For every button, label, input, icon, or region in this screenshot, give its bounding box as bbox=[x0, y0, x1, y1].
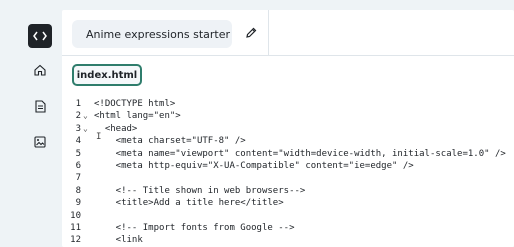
home-button[interactable] bbox=[28, 58, 52, 82]
code-line: 11 <!-- Import fonts from Google --> bbox=[62, 222, 514, 234]
line-number: 6 bbox=[75, 161, 81, 171]
code-text: <meta charset="UTF-8" /> bbox=[94, 136, 246, 147]
line-number: 8 bbox=[75, 185, 81, 196]
document-icon bbox=[34, 99, 46, 113]
code-line: 6 <meta http-equiv="X-UA-Compatible" con… bbox=[62, 160, 514, 172]
code-text: <!-- Title shown in web browsers--> bbox=[94, 185, 306, 196]
rename-project-button[interactable] bbox=[242, 24, 260, 42]
line-number: 11 bbox=[70, 223, 81, 233]
code-editor[interactable]: 1 <!DOCTYPE html> 2 ⌄ <html lang="en"> 3 ⌄ <he… bbox=[62, 94, 514, 247]
code-line: 2 ⌄ <html lang="en"> bbox=[62, 110, 514, 122]
code-line: 10 bbox=[62, 210, 514, 222]
code-line: 3 ⌄ <head> bbox=[62, 123, 514, 135]
code-line: 1 <!DOCTYPE html> bbox=[62, 98, 514, 110]
line-number: 4 bbox=[75, 136, 81, 147]
line-number: 5 bbox=[75, 148, 81, 159]
code-line: 5 <meta name="viewport" content="width=d… bbox=[62, 148, 514, 160]
line-number: 1 bbox=[75, 99, 81, 109]
document-button[interactable] bbox=[28, 94, 52, 118]
project-title[interactable]: Anime expressions starter bbox=[72, 20, 232, 48]
line-number: 2 bbox=[75, 111, 81, 122]
header-divider bbox=[268, 10, 269, 56]
code-text: <html lang="en"> bbox=[94, 111, 181, 122]
fold-chevron-icon[interactable]: ⌄ bbox=[83, 110, 91, 122]
line-number: 7 bbox=[75, 173, 81, 184]
image-icon bbox=[34, 136, 46, 148]
text-cursor-icon: I bbox=[96, 132, 102, 142]
code-text: <!-- Import fonts from Google --> bbox=[94, 223, 295, 233]
code-text: <link bbox=[94, 235, 143, 246]
editor-panel: Anime expressions starter index.html 1 <!… bbox=[62, 10, 514, 247]
code-text: <meta name="viewport" content="width=dev… bbox=[94, 148, 506, 159]
code-line: 9 <title>Add a title here</title> bbox=[62, 197, 514, 209]
code-text: <!DOCTYPE html> bbox=[94, 99, 176, 109]
fold-chevron-icon[interactable]: ⌄ bbox=[83, 123, 91, 135]
code-icon bbox=[33, 31, 47, 41]
line-number: 9 bbox=[75, 198, 81, 209]
pencil-icon bbox=[245, 24, 257, 43]
code-line: 4 <meta charset="UTF-8" /> bbox=[62, 135, 514, 147]
left-rail bbox=[18, 10, 58, 247]
home-icon bbox=[34, 64, 46, 76]
code-text: <meta http-equiv="X-UA-Compatible" conte… bbox=[94, 161, 414, 171]
file-tab-index-html[interactable]: index.html bbox=[72, 64, 142, 86]
line-number: 12 bbox=[70, 235, 81, 246]
line-number: 10 bbox=[70, 210, 81, 221]
code-text: <title>Add a title here</title> bbox=[94, 198, 284, 209]
code-line: 8 <!-- Title shown in web browsers--> bbox=[62, 185, 514, 197]
code-line: 7 bbox=[62, 172, 514, 184]
image-button[interactable] bbox=[28, 130, 52, 154]
line-number: 3 bbox=[75, 123, 81, 134]
code-line: 12 <link bbox=[62, 234, 514, 246]
project-header: Anime expressions starter bbox=[62, 10, 514, 56]
code-view-button[interactable] bbox=[28, 24, 52, 48]
